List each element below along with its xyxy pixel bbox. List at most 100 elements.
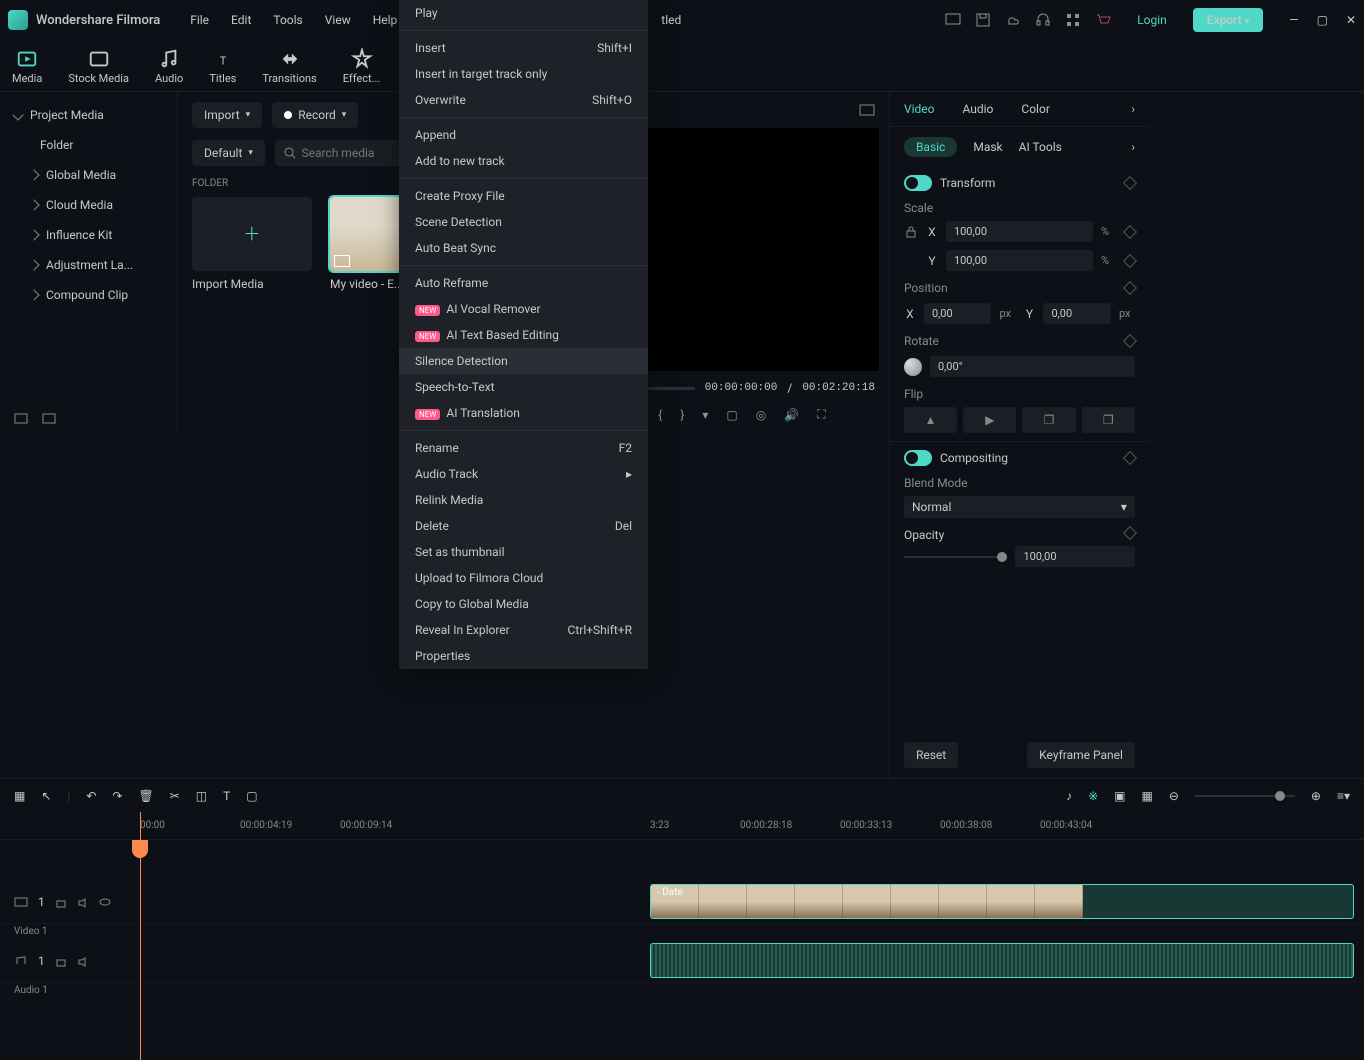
video-clip[interactable]: - Date <box>650 884 1354 919</box>
login-button[interactable]: Login <box>1125 9 1179 31</box>
ctx-scene-detection[interactable]: Scene Detection <box>399 209 648 235</box>
scale-y-input[interactable]: 100,00 <box>946 250 1093 271</box>
ctx-add-to-new-track[interactable]: Add to new track <box>399 148 648 174</box>
tool-media[interactable]: Media <box>12 48 42 85</box>
sidebar-adjustment-layer[interactable]: Adjustment La... <box>0 250 177 280</box>
save-icon[interactable] <box>975 12 991 28</box>
delete-icon[interactable]: 🗑 <box>138 789 153 803</box>
mute-icon[interactable] <box>77 896 89 908</box>
grid-icon[interactable]: ▦ <box>14 789 25 803</box>
ctx-delete[interactable]: DeleteDel <box>399 513 648 539</box>
tab-audio[interactable]: Audio <box>962 102 993 116</box>
display-icon[interactable]: ▢ <box>726 408 737 422</box>
marker-icon[interactable]: ▾ <box>702 408 708 422</box>
sidebar-global-media[interactable]: Global Media <box>0 160 177 190</box>
keyframe-icon[interactable] <box>1123 224 1137 238</box>
ctx-silence-detection[interactable]: Silence Detection <box>399 348 648 374</box>
ctx-relink-media[interactable]: Relink Media <box>399 487 648 513</box>
tool-effects[interactable]: Effect... <box>343 48 381 85</box>
close-button[interactable]: ✕ <box>1346 13 1356 27</box>
tool-transitions[interactable]: Transitions <box>262 48 316 85</box>
transform-toggle[interactable] <box>904 175 932 191</box>
rotate-knob[interactable] <box>904 358 922 376</box>
ctx-ai-vocal-remover[interactable]: NEWAI Vocal Remover <box>399 296 648 322</box>
sidebar-folder[interactable]: Folder <box>0 130 177 160</box>
subtab-ai-tools[interactable]: AI Tools <box>1019 140 1062 154</box>
zoom-out-icon[interactable]: ⊖ <box>1169 789 1179 803</box>
frame-icon[interactable]: ▢ <box>246 789 257 803</box>
tool-stock-media[interactable]: Stock Media <box>68 48 129 85</box>
ctx-play[interactable]: Play <box>399 0 648 26</box>
import-button[interactable]: Import▾ <box>192 102 262 128</box>
flip-h-button[interactable]: ▲ <box>904 407 957 433</box>
menu-view[interactable]: View <box>325 13 351 27</box>
ctx-properties[interactable]: Properties <box>399 643 648 669</box>
export-button[interactable]: Export ▾ <box>1193 8 1263 32</box>
tool-audio[interactable]: Audio <box>155 48 183 85</box>
sidebar-influence-kit[interactable]: Influence Kit <box>0 220 177 250</box>
ctx-speech-to-text[interactable]: Speech-to-Text <box>399 374 648 400</box>
tab-video[interactable]: Video <box>904 102 935 116</box>
menu-tools[interactable]: Tools <box>273 13 302 27</box>
ctx-overwrite[interactable]: OverwriteShift+O <box>399 87 648 113</box>
zoom-slider[interactable] <box>1195 795 1295 797</box>
image-icon[interactable]: ▦ <box>1142 789 1153 803</box>
menu-help[interactable]: Help <box>373 13 398 27</box>
flip-copy-button[interactable]: ❐ <box>1022 407 1075 433</box>
flip-copy2-button[interactable]: ❐ <box>1082 407 1135 433</box>
subtab-basic[interactable]: Basic <box>904 137 957 157</box>
subtab-mask[interactable]: Mask <box>973 140 1002 154</box>
crop-icon[interactable]: ◫ <box>196 789 207 803</box>
snapshot-icon[interactable] <box>859 102 875 118</box>
import-media-card[interactable]: + Import Media <box>192 197 312 291</box>
select-icon[interactable]: ↖ <box>41 789 51 803</box>
blend-mode-select[interactable]: Normal▾ <box>904 496 1135 518</box>
cut-icon[interactable]: ✂ <box>170 789 180 803</box>
lock-icon[interactable] <box>55 955 67 967</box>
view-options-icon[interactable]: ≡▾ <box>1337 789 1350 803</box>
fullscreen-icon[interactable]: ⛶ <box>817 407 825 422</box>
screen-icon[interactable] <box>945 12 961 28</box>
keyframe-icon[interactable] <box>1123 281 1137 295</box>
ctx-auto-beat-sync[interactable]: Auto Beat Sync <box>399 235 648 261</box>
ctx-create-proxy-file[interactable]: Create Proxy File <box>399 183 648 209</box>
pos-x-input[interactable]: 0,00 <box>924 303 992 324</box>
volume-icon[interactable]: 🔊 <box>784 408 799 422</box>
record-button[interactable]: Record▾ <box>272 102 358 128</box>
reset-button[interactable]: Reset <box>904 742 958 768</box>
compositing-toggle[interactable] <box>904 450 932 466</box>
cloud-icon[interactable] <box>1005 12 1021 28</box>
ctx-insert-in-target-track-only[interactable]: Insert in target track only <box>399 61 648 87</box>
marker-icon[interactable]: ▣ <box>1114 789 1125 803</box>
music-icon[interactable]: ♪ <box>1066 789 1072 803</box>
ctx-copy-to-global-media[interactable]: Copy to Global Media <box>399 591 648 617</box>
lock-icon[interactable] <box>55 896 67 908</box>
cart-icon[interactable] <box>1095 12 1111 28</box>
ctx-audio-track[interactable]: Audio Track▸ <box>399 461 648 487</box>
video-track-1[interactable]: 1 - Date <box>0 880 1364 924</box>
sidebar-compound-clip[interactable]: Compound Clip <box>0 280 177 310</box>
keyframe-panel-button[interactable]: Keyframe Panel <box>1027 742 1135 768</box>
minimize-button[interactable]: — <box>1289 13 1298 27</box>
sort-button[interactable]: Default▾ <box>192 140 265 166</box>
headphones-icon[interactable] <box>1035 12 1051 28</box>
sidebar-cloud-media[interactable]: Cloud Media <box>0 190 177 220</box>
keyframe-icon[interactable] <box>1123 334 1137 348</box>
menu-edit[interactable]: Edit <box>231 13 251 27</box>
folder-icon[interactable] <box>42 410 58 426</box>
redo-icon[interactable]: ↷ <box>112 789 122 803</box>
ctx-insert[interactable]: InsertShift+I <box>399 35 648 61</box>
opacity-slider[interactable] <box>904 556 1008 558</box>
mark-out-button[interactable]: } <box>680 408 684 422</box>
pos-y-input[interactable]: 0,00 <box>1043 303 1111 324</box>
eye-icon[interactable] <box>99 896 111 908</box>
audio-track-1[interactable]: 1 <box>0 939 1364 983</box>
keyframe-icon[interactable] <box>1123 451 1137 465</box>
zoom-in-icon[interactable]: ⊕ <box>1311 789 1321 803</box>
camera-icon[interactable]: ◎ <box>756 408 766 422</box>
beat-icon[interactable]: ※ <box>1088 789 1098 803</box>
tabs-more-icon[interactable]: › <box>1131 102 1135 116</box>
lock-icon[interactable] <box>904 225 918 239</box>
playhead[interactable] <box>140 812 141 1060</box>
keyframe-icon[interactable] <box>1123 526 1137 540</box>
